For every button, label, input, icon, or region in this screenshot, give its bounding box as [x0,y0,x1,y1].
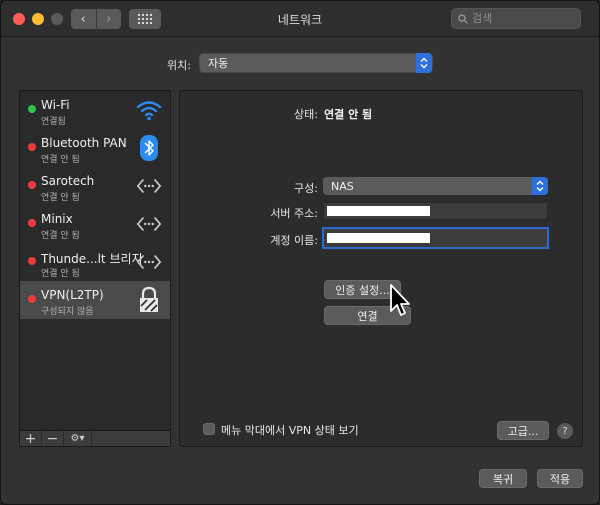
service-list: Wi-Fi 연결됨 Bluetooth PAN 연결 안 됨 Sarotech … [19,90,171,431]
status-dot [28,257,36,265]
service-name: Sarotech [41,174,95,188]
network-preferences-window: ‹ › 네트워크 위치: 자동 [0,0,600,505]
status-dot [28,143,36,151]
service-item-sarotech[interactable]: Sarotech 연결 안 됨 [20,167,170,205]
location-value: 자동 [208,57,229,70]
service-name: Thunde...lt 브리지 [41,252,143,266]
search-icon [458,13,468,24]
configuration-label: 구성: [294,182,318,195]
select-arrows-icon [532,177,548,195]
wifi-icon [136,97,162,123]
service-name: Bluetooth PAN [41,136,127,150]
title-bar: ‹ › 네트워크 [1,1,599,37]
redacted-value [327,206,430,216]
search-field[interactable] [451,8,581,29]
advanced-button[interactable]: 고급... [497,421,549,440]
service-name: VPN(L2TP) [41,288,104,302]
configuration-select[interactable]: NAS [323,177,548,195]
ethernet-icon [136,249,162,275]
status-dot [28,295,36,303]
account-name-field[interactable] [322,227,549,249]
service-status: 연결됨 [41,117,66,127]
add-service-button[interactable]: + [20,431,42,447]
configuration-value: NAS [331,179,354,193]
status-dot [28,105,36,113]
status-dot [28,219,36,227]
status-value: 연결 안 됨 [324,108,373,121]
lock-icon [136,286,162,313]
help-button[interactable]: ? [557,423,573,439]
account-name-label: 계정 이름: [270,234,318,247]
service-status: 구성되지 않음 [41,307,94,317]
service-name: Wi-Fi [41,98,70,112]
remove-service-button[interactable]: − [42,431,64,447]
bluetooth-icon [136,135,162,161]
status-label: 상태: [294,108,318,121]
service-status: 연결 안 됨 [41,155,80,165]
location-select[interactable]: 자동 [199,53,433,73]
service-item-minix[interactable]: Minix 연결 안 됨 [20,205,170,243]
service-item-thunderbolt-bridge[interactable]: Thunde...lt 브리지 연결 안 됨 [20,243,170,281]
ethernet-icon [136,173,162,199]
server-address-field[interactable] [323,202,548,220]
service-item-bluetooth-pan[interactable]: Bluetooth PAN 연결 안 됨 [20,129,170,167]
service-name: Minix [41,212,73,226]
service-status: 연결 안 됨 [41,193,80,203]
show-vpn-status-label: 메뉴 막대에서 VPN 상태 보기 [221,424,359,437]
vpn-detail-panel: 상태: 연결 안 됨 구성: NAS 서버 주소: 계정 이름: 인증 설정..… [179,90,583,447]
mouse-cursor-icon [390,284,410,316]
apply-button[interactable]: 적용 [537,469,583,488]
gear-menu-button[interactable]: ⚙▾ [64,431,92,446]
service-status: 연결 안 됨 [41,231,80,241]
select-arrows-icon [416,53,432,73]
location-label: 위치: [167,59,191,72]
server-address-label: 서버 주소: [270,207,318,220]
status-dot [28,181,36,189]
ethernet-icon [136,211,162,237]
revert-button[interactable]: 복귀 [479,469,527,488]
search-input[interactable] [472,12,572,25]
service-item-wifi[interactable]: Wi-Fi 연결됨 [20,91,170,129]
service-item-vpn-l2tp[interactable]: VPN(L2TP) 구성되지 않음 [20,281,170,319]
service-status: 연결 안 됨 [41,269,80,279]
service-list-toolbar: + − ⚙▾ [19,431,171,447]
redacted-value [327,233,430,243]
show-vpn-status-checkbox[interactable] [203,423,215,435]
